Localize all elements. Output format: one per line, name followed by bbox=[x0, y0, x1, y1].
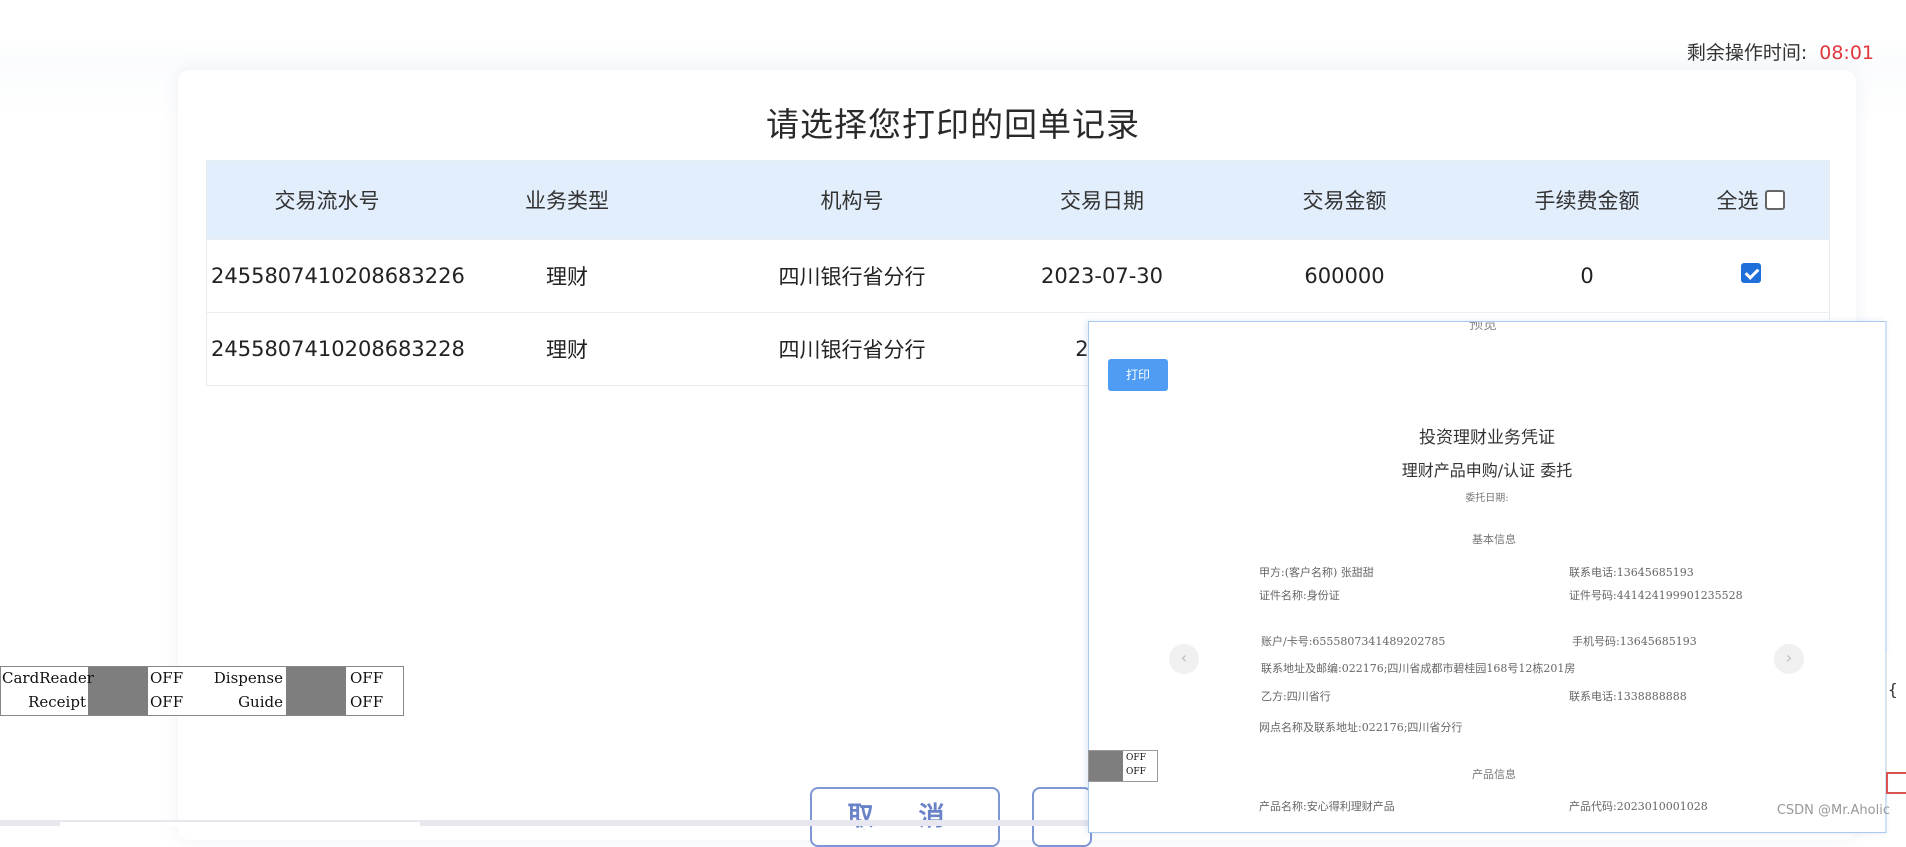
table-header: 交易流水号 业务类型 机构号 交易日期 交易金额 手续费金额 全选 bbox=[207, 161, 1829, 239]
page-title: 请选择您打印的回单记录 bbox=[766, 105, 1140, 144]
timer-label: 剩余操作时间: bbox=[1686, 42, 1808, 64]
doc-address: 联系地址及邮编:022176;四川省成都市碧桂园168号12栋201房 bbox=[1261, 662, 1576, 675]
timer-value: 08:01 bbox=[1819, 42, 1874, 64]
status-indicator bbox=[1089, 751, 1123, 781]
doc-id-no: 证件号码:441424199901235528 bbox=[1569, 589, 1743, 602]
doc-title: 投资理财业务凭证 bbox=[1419, 428, 1555, 448]
status-indicator bbox=[286, 667, 346, 715]
confirm-button[interactable] bbox=[1032, 787, 1092, 847]
doc-product-code: 产品代码:2023010001028 bbox=[1569, 800, 1708, 813]
doc-party-a: 甲方:(客户名称) 张甜甜 bbox=[1259, 566, 1374, 579]
prev-arrow-icon[interactable]: ‹ bbox=[1169, 644, 1199, 674]
cell-type: 理财 bbox=[546, 265, 588, 289]
dispense-state: OFF bbox=[350, 669, 384, 687]
status-indicator bbox=[88, 667, 148, 715]
preview-title: 预览 bbox=[1469, 321, 1497, 333]
doc-product-name: 产品名称:安心得利理财产品 bbox=[1259, 800, 1395, 813]
countdown-timer: 剩余操作时间: 08:01 bbox=[1687, 38, 1874, 65]
select-all-label: 全选 bbox=[1716, 189, 1759, 213]
edge-red-marker bbox=[1886, 772, 1906, 794]
mini-status-panel: OFF OFF bbox=[1088, 750, 1158, 782]
cell-date: 2023-07-30 bbox=[1040, 264, 1164, 288]
guide-label: Guide bbox=[238, 693, 283, 711]
dispense-label: Dispense bbox=[213, 669, 283, 687]
header-serial: 交易流水号 bbox=[274, 189, 380, 213]
header-org: 机构号 bbox=[820, 189, 884, 213]
doc-phone-b: 联系电话:1338888888 bbox=[1569, 690, 1687, 703]
print-button[interactable]: 打印 bbox=[1108, 359, 1168, 391]
cell-org: 四川银行省分行 bbox=[778, 265, 926, 289]
right-edge-panel bbox=[1886, 652, 1906, 772]
header-amount: 交易金额 bbox=[1302, 189, 1387, 213]
watermark: CSDN @Mr.Aholic bbox=[1776, 803, 1890, 818]
mini-state-1: OFF bbox=[1126, 753, 1146, 763]
next-arrow-icon[interactable]: › bbox=[1774, 644, 1804, 674]
cancel-button[interactable]: 取 消 bbox=[810, 787, 1000, 847]
row-checkbox[interactable] bbox=[1740, 263, 1761, 283]
doc-id-name: 证件名称:身份证 bbox=[1259, 589, 1340, 602]
cell-org: 四川银行省分行 bbox=[778, 338, 926, 362]
receipt-state: OFF bbox=[150, 693, 184, 711]
receipt-label: Receipt bbox=[28, 693, 86, 711]
device-status-panel: CardReader OFF Dispense OFF Receipt OFF … bbox=[0, 666, 404, 716]
doc-party-b: 乙方:四川省行 bbox=[1261, 690, 1331, 703]
header-type: 业务类型 bbox=[525, 189, 609, 213]
guide-state: OFF bbox=[350, 693, 384, 711]
cell-type: 理财 bbox=[546, 338, 588, 362]
doc-section-basic: 基本信息 bbox=[1472, 533, 1516, 546]
card-reader-label: CardReader bbox=[2, 669, 94, 687]
doc-subtitle: 理财产品申购/认证 委托 bbox=[1401, 461, 1573, 480]
doc-phone-a: 联系电话:13645685193 bbox=[1569, 566, 1694, 579]
doc-mobile: 手机号码:13645685193 bbox=[1572, 635, 1697, 648]
cell-fee: 0 bbox=[1580, 264, 1594, 288]
doc-section-product: 产品信息 bbox=[1472, 768, 1516, 781]
bottom-scroll-bar bbox=[0, 820, 1090, 826]
cell-serial: 2455807410208683226 bbox=[211, 264, 465, 288]
cell-amount: 600000 bbox=[1304, 264, 1385, 288]
header-date: 交易日期 bbox=[1060, 189, 1144, 213]
print-preview-window: 预览 打印 ‹ › 投资理财业务凭证 理财产品申购/认证 委托 委托日期: 基本… bbox=[1088, 321, 1887, 833]
select-all-checkbox[interactable] bbox=[1764, 190, 1785, 210]
doc-account: 账户/卡号:6555807341489202785 bbox=[1261, 635, 1446, 648]
edge-brace: { bbox=[1888, 680, 1898, 699]
doc-entrust-date: 委托日期: bbox=[1465, 493, 1509, 504]
card-reader-state: OFF bbox=[150, 669, 184, 687]
mini-state-2: OFF bbox=[1126, 767, 1146, 777]
table-row[interactable]: 2455807410208683226 理财 四川银行省分行 2023-07-3… bbox=[207, 239, 1829, 312]
cell-serial: 2455807410208683228 bbox=[211, 337, 465, 361]
select-all[interactable]: 全选 bbox=[1672, 185, 1829, 215]
header-fee: 手续费金额 bbox=[1534, 189, 1640, 213]
doc-branch: 网点名称及联系地址:022176;四川省分行 bbox=[1259, 721, 1463, 734]
